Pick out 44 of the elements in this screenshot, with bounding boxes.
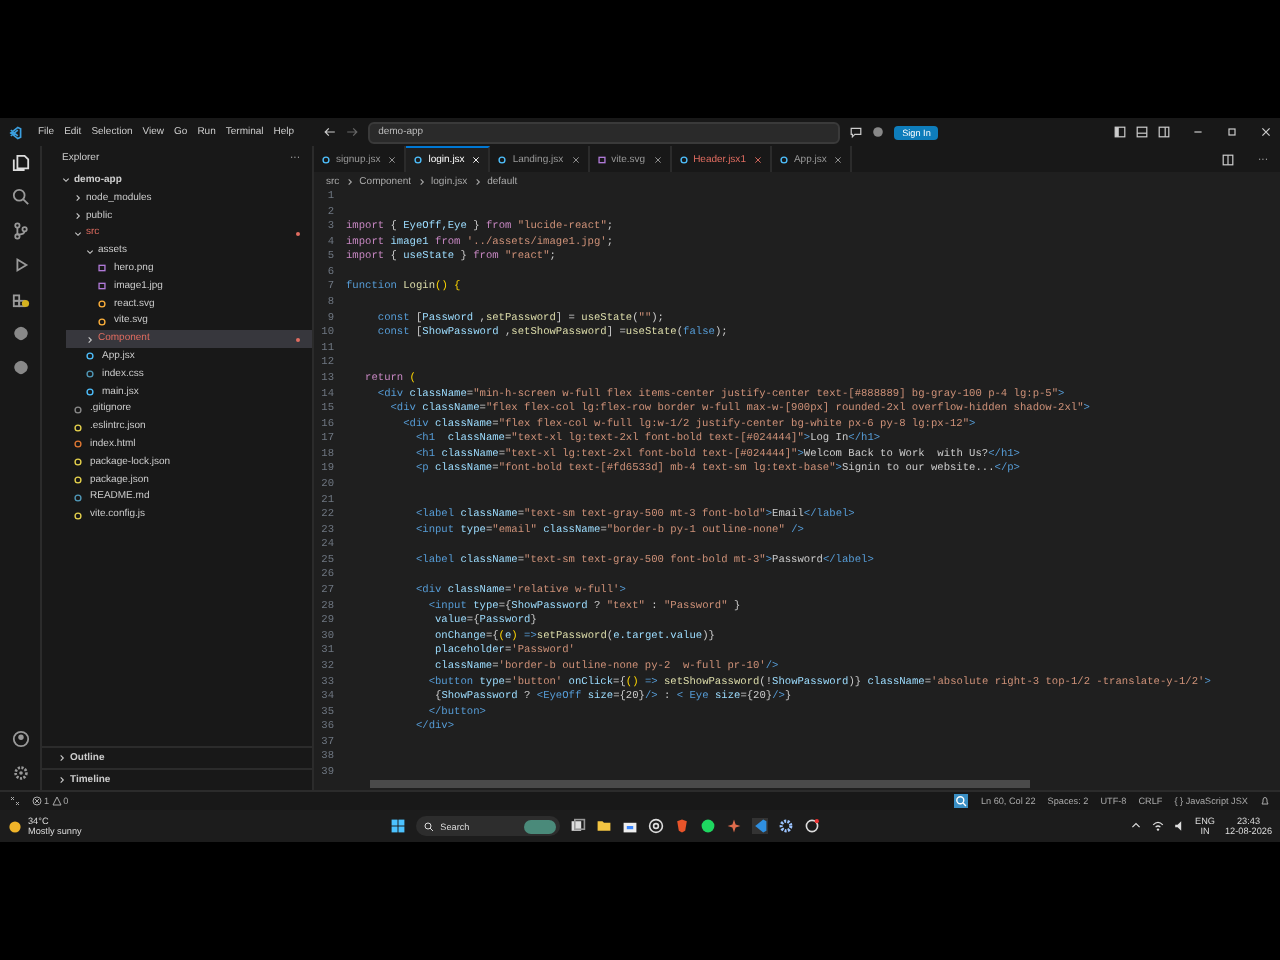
aperture-icon[interactable] <box>648 818 665 834</box>
forward-arrow-icon[interactable] <box>346 126 359 138</box>
settings-icon[interactable] <box>11 764 29 782</box>
sun-icon[interactable] <box>8 819 22 833</box>
split-editor-icon[interactable] <box>1222 153 1234 165</box>
caret-icon[interactable] <box>1129 820 1142 832</box>
file-icon <box>414 156 423 164</box>
chevron-right-icon[interactable] <box>58 776 66 784</box>
start-icon[interactable] <box>390 818 407 834</box>
chevron-right-icon[interactable] <box>86 335 94 344</box>
chat-icon[interactable] <box>850 126 863 138</box>
speaker-icon[interactable] <box>1173 820 1186 832</box>
close-icon[interactable] <box>1260 126 1272 138</box>
search-icon <box>424 821 435 831</box>
shield-icon[interactable] <box>674 818 691 834</box>
branch-icon[interactable] <box>11 222 29 240</box>
error-icon <box>32 796 42 806</box>
minimize-icon[interactable] <box>1192 126 1204 138</box>
file-icon <box>322 155 330 163</box>
bell-icon[interactable] <box>1260 796 1270 806</box>
gear-icon[interactable] <box>778 818 795 834</box>
folder-icon[interactable] <box>596 818 613 834</box>
file-icon <box>779 155 788 163</box>
account-icon[interactable] <box>11 730 29 748</box>
star-icon[interactable] <box>726 818 743 834</box>
sidebar-icon[interactable] <box>1158 126 1170 138</box>
file-icon <box>679 155 688 163</box>
extensions-icon[interactable] <box>11 290 29 308</box>
layout-icon[interactable] <box>1114 126 1126 138</box>
warning-icon <box>51 796 62 806</box>
run-debug-icon[interactable] <box>11 256 29 274</box>
bag-icon[interactable] <box>622 818 639 834</box>
search-icon[interactable] <box>11 188 29 206</box>
chevron-right-icon[interactable] <box>58 754 66 762</box>
file-icon <box>498 155 507 163</box>
zoom-icon[interactable] <box>954 794 969 808</box>
wifi-icon[interactable] <box>1151 820 1164 832</box>
maximize-icon[interactable] <box>1226 126 1238 138</box>
app-icon[interactable] <box>804 818 821 834</box>
back-arrow-icon[interactable] <box>324 126 337 138</box>
windows-icon[interactable] <box>570 818 587 834</box>
files-icon[interactable] <box>11 154 29 172</box>
image-file-icon <box>597 155 606 163</box>
panel-icon[interactable] <box>1136 126 1148 138</box>
